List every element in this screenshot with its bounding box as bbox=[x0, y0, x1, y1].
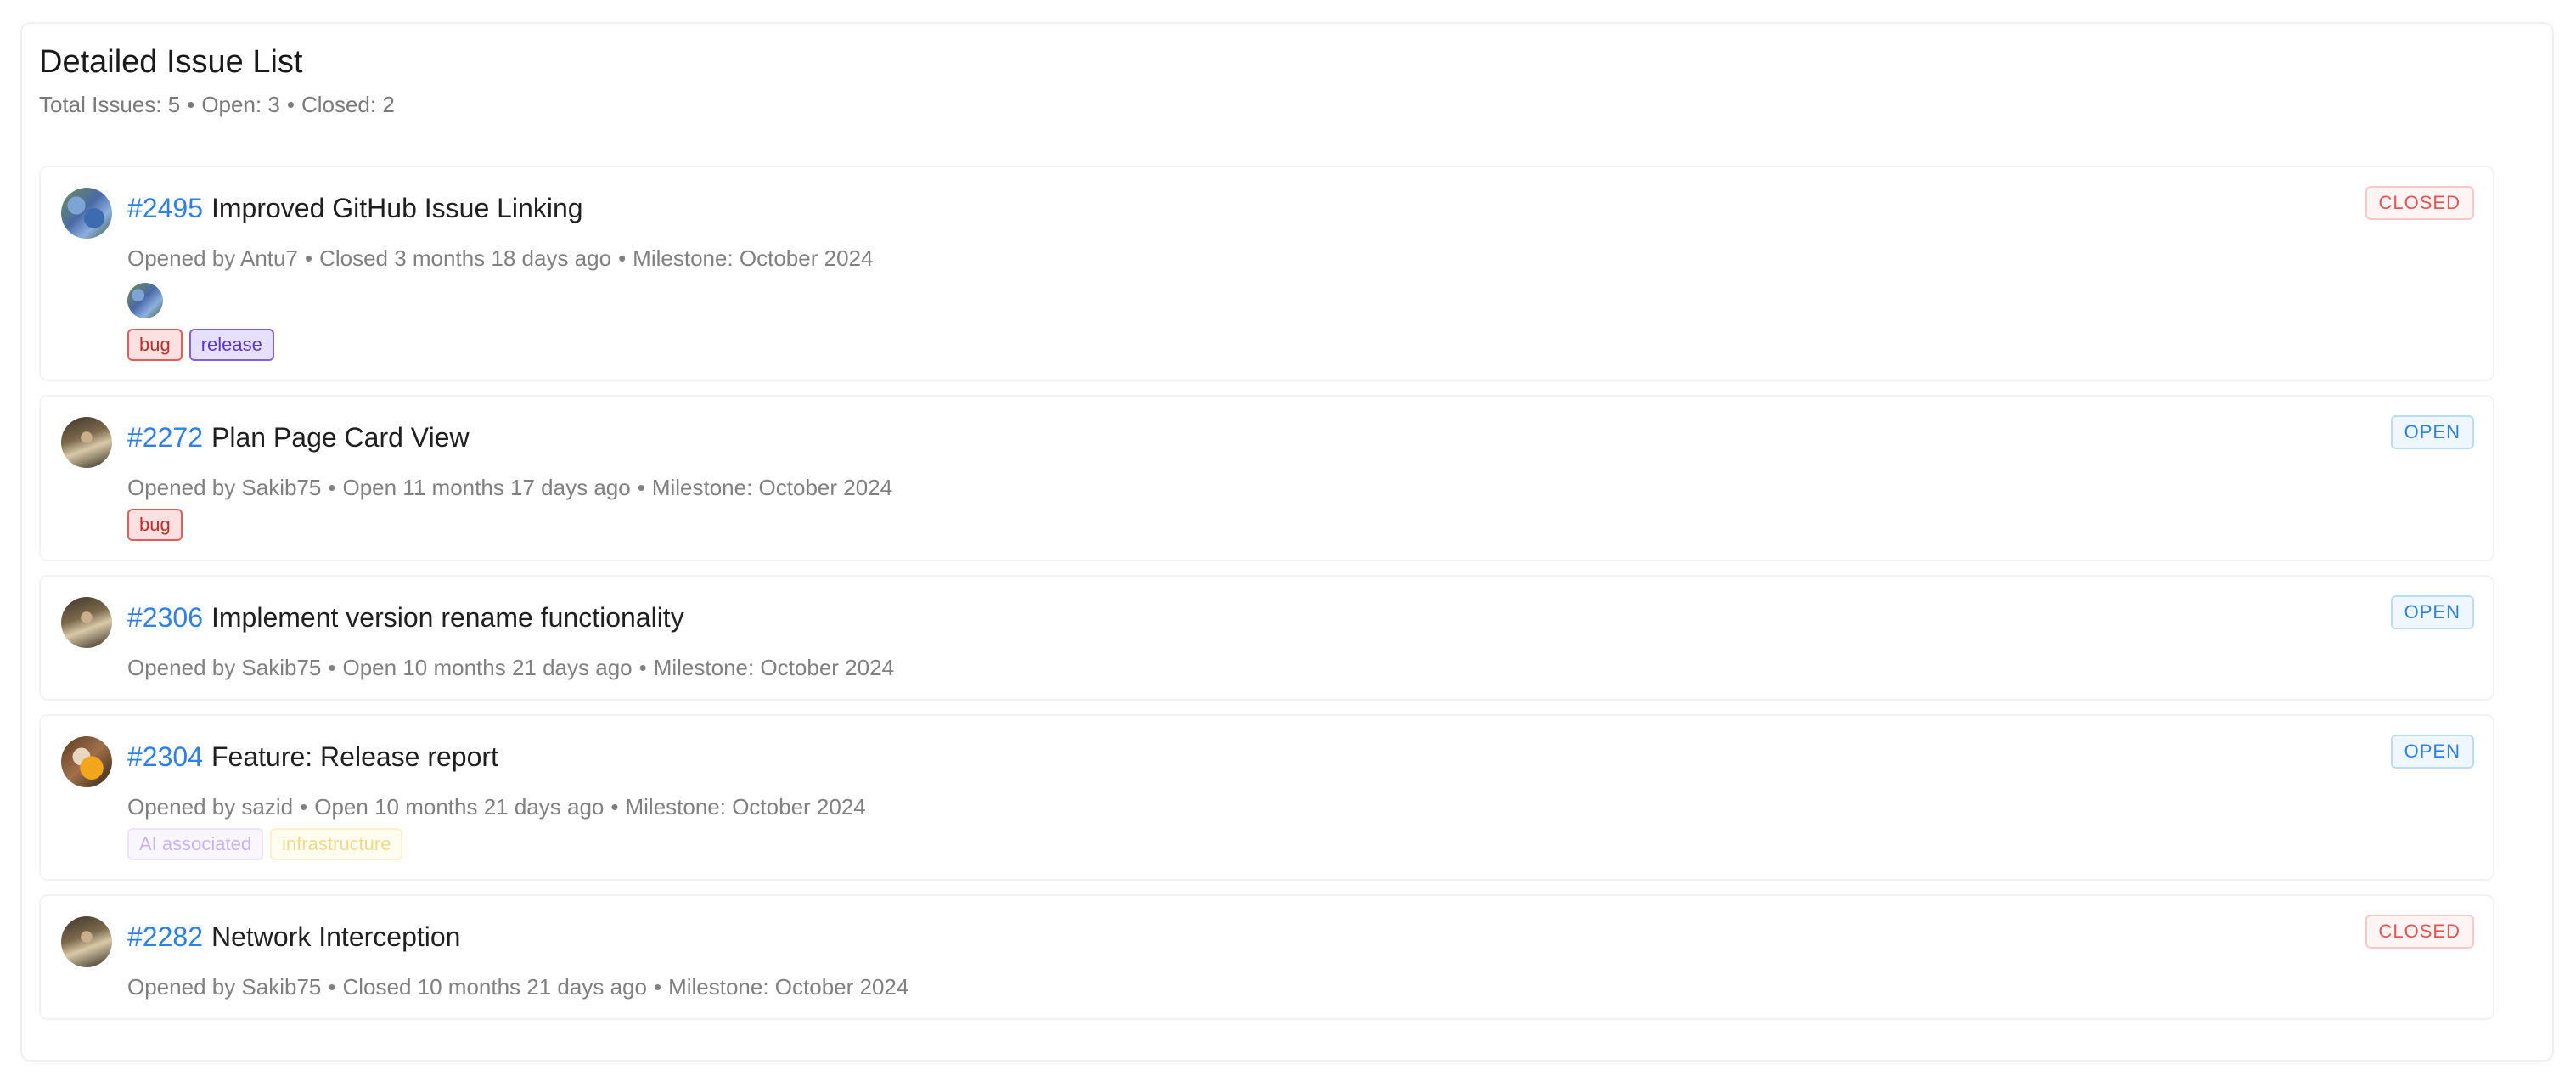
issue-heading: #2304 Feature: Release report bbox=[127, 740, 498, 774]
issue-number-link[interactable]: #2495 bbox=[127, 193, 203, 223]
label-infrastructure[interactable]: infrastructure bbox=[270, 828, 403, 860]
issue-author: Opened by Sakib75 bbox=[127, 475, 322, 500]
issue-author: Opened by Antu7 bbox=[127, 245, 298, 271]
user-avatar[interactable] bbox=[61, 188, 112, 239]
meta-separator: • bbox=[328, 974, 336, 1000]
user-avatar[interactable] bbox=[61, 916, 112, 967]
issue-milestone: Milestone: October 2024 bbox=[668, 974, 909, 1000]
issue-heading: #2282 Network Interception bbox=[127, 920, 460, 954]
meta-separator: • bbox=[328, 655, 336, 680]
issue-milestone: Milestone: October 2024 bbox=[633, 245, 874, 271]
meta-separator: • bbox=[300, 794, 308, 820]
summary-separator: • bbox=[286, 92, 295, 117]
issue-card[interactable]: #2304 Feature: Release report Opened by s… bbox=[39, 714, 2494, 881]
issue-state-time: Closed 3 months 18 days ago bbox=[319, 245, 612, 271]
issue-state-time: Closed 10 months 21 days ago bbox=[342, 974, 647, 1000]
issue-meta: Opened by Sakib75 • Closed 10 months 21 da… bbox=[127, 972, 908, 1001]
meta-separator: • bbox=[328, 475, 336, 500]
user-avatar[interactable] bbox=[61, 417, 112, 468]
status-badge: OPEN bbox=[2390, 415, 2474, 449]
issue-list-header: Detailed Issue List Total Issues: 5 • Open… bbox=[39, 42, 395, 119]
issue-number-link[interactable]: #2304 bbox=[127, 741, 203, 772]
issue-labels: AI associated infrastructure bbox=[127, 828, 403, 860]
issue-card[interactable]: #2495 Improved GitHub Issue Linking Opene… bbox=[39, 166, 2494, 381]
issue-state-time: Open 10 months 21 days ago bbox=[342, 655, 633, 680]
meta-separator: • bbox=[637, 475, 645, 500]
issue-heading: #2306 Implement version rename functional… bbox=[127, 600, 684, 634]
issue-title-link[interactable]: Improved GitHub Issue Linking bbox=[211, 193, 583, 223]
summary-total: Total Issues: 5 bbox=[39, 92, 181, 117]
issue-meta: Opened by Sakib75 • Open 11 months 17 days… bbox=[127, 473, 892, 502]
issue-author: Opened by sazid bbox=[127, 794, 294, 820]
issue-title-link[interactable]: Plan Page Card View bbox=[211, 422, 470, 453]
meta-separator: • bbox=[653, 974, 662, 1000]
issue-labels: bug bbox=[127, 509, 183, 541]
status-badge: CLOSED bbox=[2365, 915, 2474, 949]
issue-meta: Opened by Sakib75 • Open 10 months 21 days… bbox=[127, 653, 894, 682]
status-badge: OPEN bbox=[2390, 735, 2474, 769]
issue-author: Opened by Sakib75 bbox=[127, 655, 322, 680]
issue-labels: bug release bbox=[127, 329, 274, 361]
issue-card[interactable]: #2282 Network Interception Opened by Saki… bbox=[39, 894, 2494, 1020]
issue-meta: Opened by sazid • Open 10 months 21 days a… bbox=[127, 792, 866, 821]
label-ai-associated[interactable]: AI associated bbox=[127, 828, 264, 860]
issue-milestone: Milestone: October 2024 bbox=[651, 475, 893, 500]
assignee-avatar[interactable] bbox=[127, 283, 163, 318]
status-badge: OPEN bbox=[2390, 595, 2474, 629]
meta-separator: • bbox=[610, 794, 619, 820]
issue-heading: #2272 Plan Page Card View bbox=[127, 420, 470, 454]
issue-summary: Total Issues: 5 • Open: 3 • Closed: 2 bbox=[39, 90, 395, 119]
meta-separator: • bbox=[638, 655, 647, 680]
issue-author: Opened by Sakib75 bbox=[127, 974, 322, 1000]
issue-number-link[interactable]: #2306 bbox=[127, 602, 203, 633]
issue-card[interactable]: #2272 Plan Page Card View Opened by Sakib… bbox=[39, 395, 2494, 561]
issue-state-time: Open 10 months 21 days ago bbox=[314, 794, 605, 820]
issue-state-time: Open 11 months 17 days ago bbox=[342, 475, 631, 500]
issue-heading: #2495 Improved GitHub Issue Linking bbox=[127, 191, 583, 225]
issue-meta: Opened by Antu7 • Closed 3 months 18 days … bbox=[127, 244, 873, 273]
label-release[interactable]: release bbox=[188, 329, 274, 361]
status-badge: CLOSED bbox=[2365, 186, 2474, 220]
issue-number-link[interactable]: #2282 bbox=[127, 921, 203, 952]
issue-card[interactable]: #2306 Implement version rename functional… bbox=[39, 575, 2494, 701]
user-avatar[interactable] bbox=[61, 597, 112, 648]
summary-open: Open: 3 bbox=[201, 92, 280, 117]
meta-separator: • bbox=[618, 245, 627, 271]
user-avatar[interactable] bbox=[61, 736, 112, 787]
issue-title-link[interactable]: Implement version rename functionality bbox=[211, 602, 684, 633]
label-bug[interactable]: bug bbox=[127, 509, 183, 541]
issue-title-link[interactable]: Feature: Release report bbox=[211, 741, 498, 772]
page-title: Detailed Issue List bbox=[39, 44, 303, 80]
issue-title-link[interactable]: Network Interception bbox=[211, 921, 460, 952]
issue-milestone: Milestone: October 2024 bbox=[653, 655, 895, 680]
meta-separator: • bbox=[304, 245, 313, 271]
issue-number-link[interactable]: #2272 bbox=[127, 422, 203, 453]
summary-separator: • bbox=[187, 92, 195, 117]
summary-closed: Closed: 2 bbox=[301, 92, 395, 117]
issue-milestone: Milestone: October 2024 bbox=[625, 794, 866, 820]
label-bug[interactable]: bug bbox=[127, 329, 183, 361]
